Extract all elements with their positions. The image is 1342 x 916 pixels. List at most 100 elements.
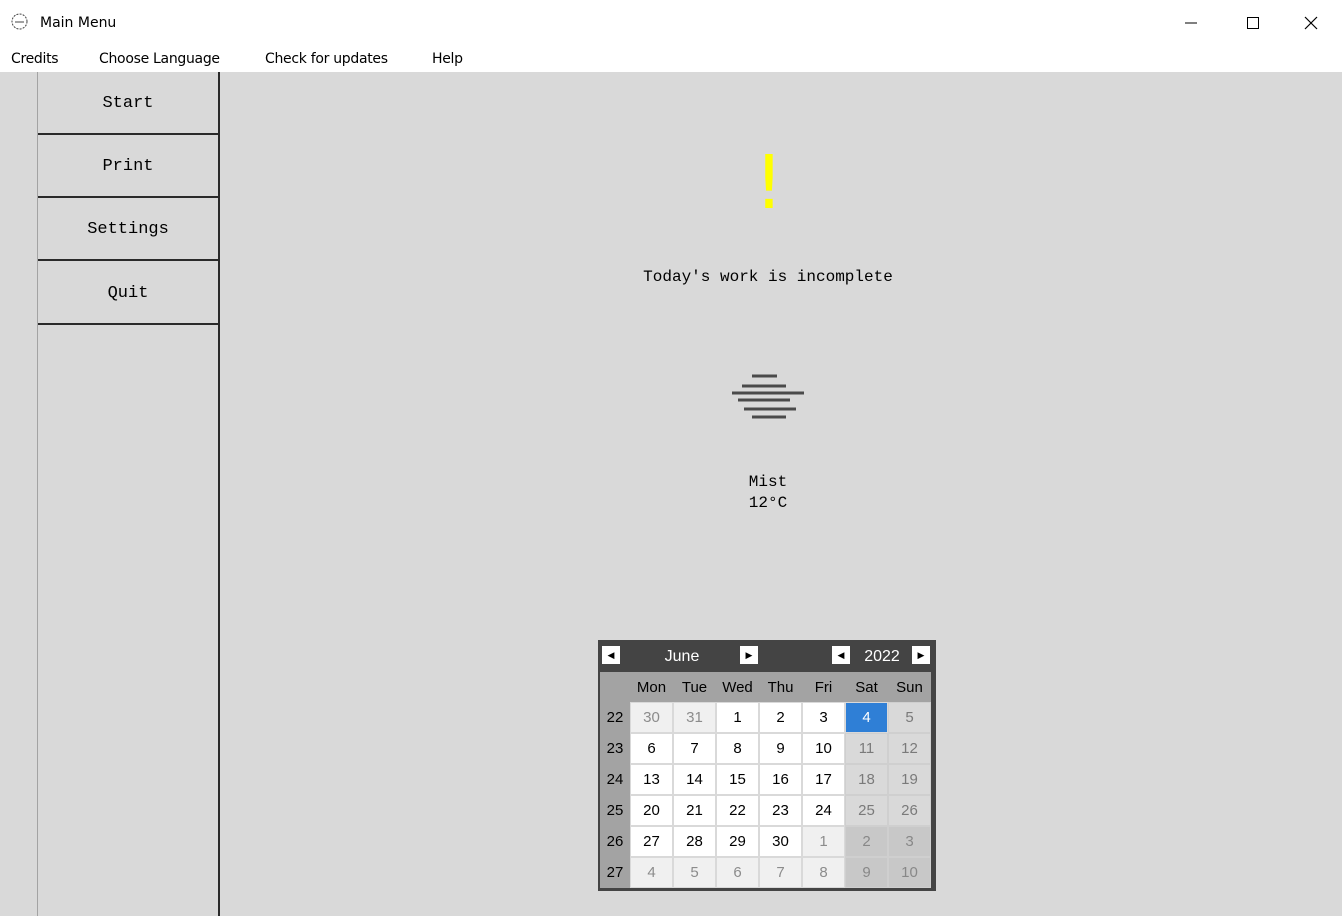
calendar-week-row: 26 27 28 29 30 1 2 3 [600,826,934,857]
calendar-day[interactable]: 13 [630,764,673,795]
calendar-year: 2022 [864,648,900,665]
calendar-day[interactable]: 5 [888,702,931,733]
chevron-left-icon: ◀ [607,649,615,660]
sidebar-divider-left [37,72,38,916]
calendar-week-row: 23 6 7 8 9 10 11 12 [600,733,934,764]
weekday-header: Wed [716,672,759,702]
calendar-day[interactable]: 12 [888,733,931,764]
menu-credits[interactable]: Credits [11,51,59,67]
calendar-day[interactable]: 4 [845,702,888,733]
app-icon [11,13,28,30]
calendar-day[interactable]: 19 [888,764,931,795]
calendar-widget: ◀ June ▶ ◀ 2022 ▶ Mon Tue Wed Thu Fri Sat Sun 2… [598,640,936,891]
prev-year-button[interactable]: ◀ [832,646,850,664]
week-number: 23 [600,733,630,764]
calendar-day[interactable]: 4 [630,857,673,888]
calendar-day[interactable]: 1 [716,702,759,733]
calendar-day[interactable]: 27 [630,826,673,857]
calendar-day[interactable]: 16 [759,764,802,795]
calendar-week-row: 27 4 5 6 7 8 9 10 [600,857,934,888]
weekday-header: Sun [888,672,931,702]
minimize-button[interactable] [1160,0,1222,46]
work-status-text: Today's work is incomplete [643,268,893,286]
minimize-icon [1185,22,1197,24]
calendar-day[interactable]: 8 [802,857,845,888]
title-bar: Main Menu [0,0,1342,46]
calendar-week-row: 24 13 14 15 16 17 18 19 [600,764,934,795]
maximize-icon [1247,17,1259,29]
calendar-week-row: 22 30 31 1 2 3 4 5 [600,702,934,733]
window-title: Main Menu [40,15,117,31]
calendar-day[interactable]: 20 [630,795,673,826]
calendar-day[interactable]: 6 [630,733,673,764]
calendar-day[interactable]: 10 [802,733,845,764]
calendar-day[interactable]: 26 [888,795,931,826]
week-number: 26 [600,826,630,857]
sidebar-margin [0,72,37,916]
calendar-month: June [664,648,700,665]
calendar-day[interactable]: 7 [673,733,716,764]
calendar-day[interactable]: 10 [888,857,931,888]
calendar-week-row: 25 20 21 22 23 24 25 26 [600,795,934,826]
calendar-day[interactable]: 23 [759,795,802,826]
quit-button[interactable]: Quit [38,264,218,325]
close-button[interactable] [1280,0,1342,46]
chevron-right-icon: ▶ [917,649,925,660]
week-number: 27 [600,857,630,888]
calendar-day[interactable]: 8 [716,733,759,764]
menu-help[interactable]: Help [432,51,463,67]
calendar-day[interactable]: 6 [716,857,759,888]
weekday-header: Mon [630,672,673,702]
calendar-day[interactable]: 3 [888,826,931,857]
mist-icon [732,374,804,419]
calendar-day[interactable]: 2 [845,826,888,857]
calendar-day[interactable]: 28 [673,826,716,857]
prev-month-button[interactable]: ◀ [602,646,620,664]
weather-condition: Mist [748,473,788,491]
week-number: 24 [600,764,630,795]
calendar-day[interactable]: 2 [759,702,802,733]
calendar-header: ◀ June ▶ ◀ 2022 ▶ [600,642,934,672]
menu-choose-language[interactable]: Choose Language [99,51,220,67]
menu-bar: Credits Choose Language Check for update… [0,46,1342,72]
calendar-day[interactable]: 22 [716,795,759,826]
calendar-day[interactable]: 31 [673,702,716,733]
calendar-day[interactable]: 3 [802,702,845,733]
weekday-header: Sat [845,672,888,702]
calendar-day[interactable]: 18 [845,764,888,795]
start-button[interactable]: Start [38,74,218,135]
calendar-day[interactable]: 29 [716,826,759,857]
chevron-right-icon: ▶ [745,649,753,660]
chevron-left-icon: ◀ [837,649,845,660]
calendar-day[interactable]: 25 [845,795,888,826]
calendar-day[interactable]: 11 [845,733,888,764]
calendar-day[interactable]: 9 [845,857,888,888]
close-icon [1304,16,1318,30]
calendar-day[interactable]: 9 [759,733,802,764]
weekday-header: Thu [759,672,802,702]
calendar-day[interactable]: 30 [630,702,673,733]
calendar-day[interactable]: 17 [802,764,845,795]
calendar-weekday-row: Mon Tue Wed Thu Fri Sat Sun [600,672,934,702]
menu-check-for-updates[interactable]: Check for updates [265,51,388,67]
next-year-button[interactable]: ▶ [912,646,930,664]
print-button[interactable]: Print [38,137,218,198]
calendar-day[interactable]: 24 [802,795,845,826]
sidebar-divider-right [218,72,220,916]
calendar-day[interactable]: 7 [759,857,802,888]
calendar-day[interactable]: 1 [802,826,845,857]
calendar-day[interactable]: 30 [759,826,802,857]
maximize-button[interactable] [1222,0,1284,46]
week-number-corner [600,672,630,702]
settings-button[interactable]: Settings [38,200,218,261]
week-number: 25 [600,795,630,826]
weekday-header: Tue [673,672,716,702]
calendar-day[interactable]: 14 [673,764,716,795]
next-month-button[interactable]: ▶ [740,646,758,664]
calendar-day[interactable]: 21 [673,795,716,826]
weekday-header: Fri [802,672,845,702]
calendar-day[interactable]: 15 [716,764,759,795]
calendar-day[interactable]: 5 [673,857,716,888]
weather-temperature: 12°C [748,494,788,512]
week-number: 22 [600,702,630,733]
